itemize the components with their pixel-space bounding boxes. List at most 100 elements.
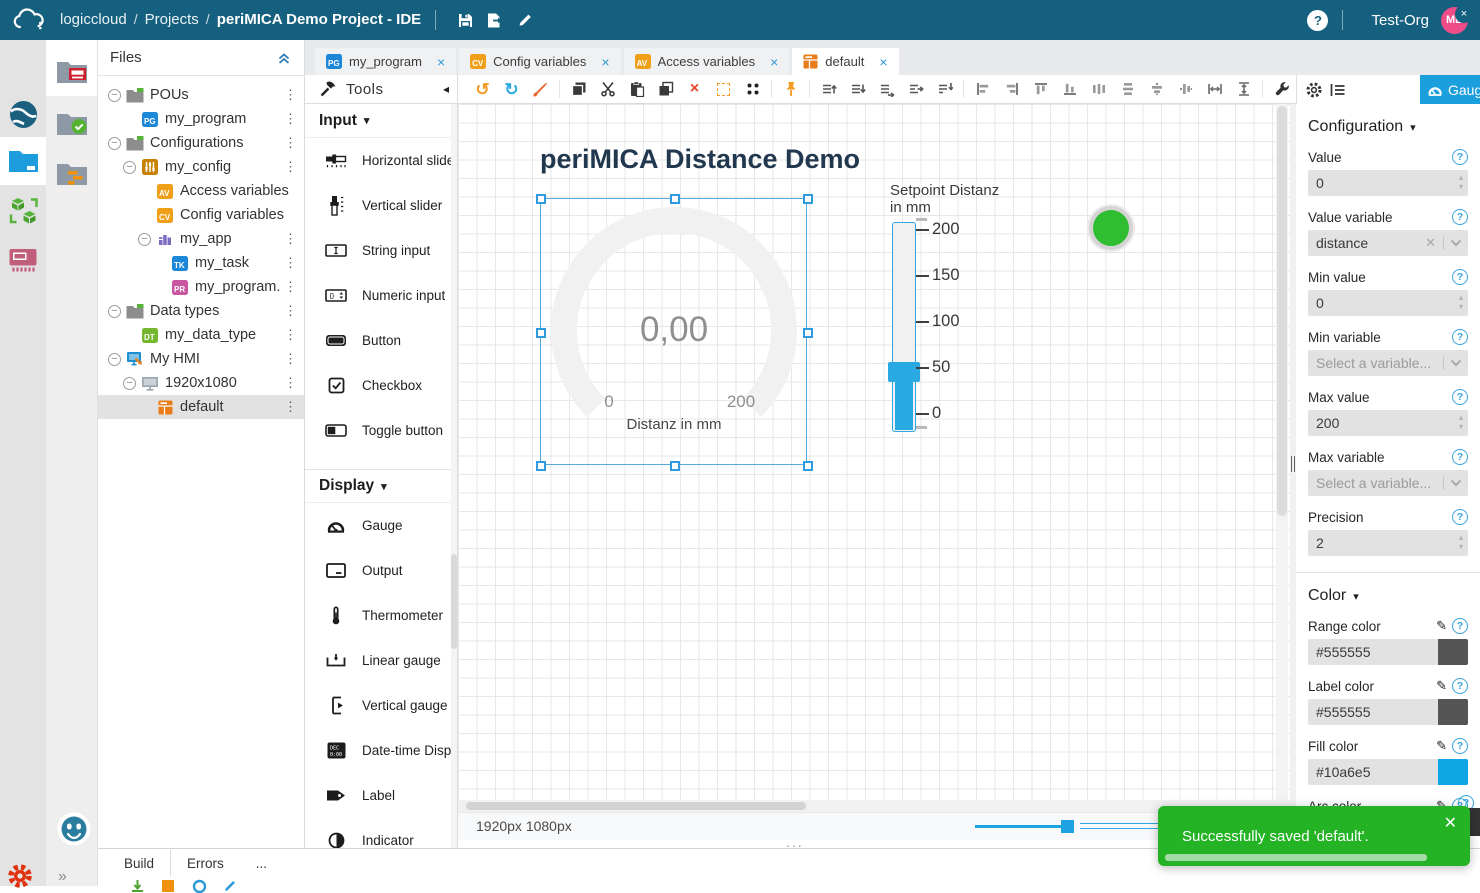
tool-output[interactable]: Output <box>305 548 457 593</box>
export-button[interactable] <box>480 6 510 34</box>
kebab-menu-icon[interactable]: ⋮ <box>284 351 297 367</box>
save-button[interactable] <box>450 6 480 34</box>
tab-default[interactable]: default × <box>792 48 898 75</box>
duplicate-button[interactable] <box>651 76 680 102</box>
org-name[interactable]: Test-Org <box>1371 12 1429 29</box>
tree-item-default[interactable]: default ⋮ <box>98 395 304 419</box>
tool-label[interactable]: Label <box>305 773 457 818</box>
vertical-slider-widget[interactable]: Setpoint Distanz in mm 200 150 100 50 0 <box>888 182 1018 442</box>
kebab-menu-icon[interactable]: ⋮ <box>284 135 297 151</box>
max-value-input[interactable]: 200 ▴▾ <box>1308 410 1468 436</box>
collapse-panel-icon[interactable] <box>276 50 292 66</box>
align-top-button[interactable] <box>1026 76 1055 102</box>
edit-color-pencil-icon[interactable]: ✎ <box>1436 618 1447 634</box>
precision-input[interactable]: 2 ▴▾ <box>1308 530 1468 556</box>
kebab-menu-icon[interactable]: ⋮ <box>284 375 297 391</box>
folder-display-icon[interactable] <box>46 46 97 94</box>
help-icon[interactable]: ? <box>1452 509 1468 525</box>
help-icon[interactable]: ? <box>1452 449 1468 465</box>
color-section-header[interactable]: Color ▾ <box>1308 587 1468 605</box>
bring-forward-button[interactable] <box>901 76 930 102</box>
tree-item-config-variables[interactable]: CV Config variables <box>98 203 304 227</box>
selection-handle[interactable] <box>536 194 546 204</box>
wrench-button[interactable] <box>1267 76 1296 102</box>
chevron-down-icon[interactable] <box>1450 359 1462 367</box>
edit-color-pencil-icon[interactable]: ✎ <box>1436 738 1447 754</box>
tree-item-my-data-type[interactable]: DT my_data_type ⋮ <box>98 323 304 347</box>
tree-item-my-hmi[interactable]: – My HMI ⋮ <box>98 347 304 371</box>
kebab-menu-icon[interactable]: ⋮ <box>284 231 297 247</box>
center-horizontal-button[interactable] <box>1142 76 1171 102</box>
edit-button[interactable] <box>510 6 540 34</box>
chevron-down-icon[interactable] <box>1450 479 1462 487</box>
bottom-tab-errors[interactable]: Errors <box>171 850 240 876</box>
selection-handle[interactable] <box>803 461 813 471</box>
bottom-tab-build[interactable]: Build <box>108 850 170 876</box>
grid-dots-button[interactable] <box>738 76 767 102</box>
min-value-input[interactable]: 0 ▴▾ <box>1308 290 1468 316</box>
help-icon[interactable]: ? <box>1452 678 1468 694</box>
globe-icon[interactable] <box>0 90 46 138</box>
align-right-button[interactable] <box>997 76 1026 102</box>
tree-item-1920x1080[interactable]: – 1920x1080 ⋮ <box>98 371 304 395</box>
tool-date-time-displa[interactable]: DEC0:00 Date-time Displa <box>305 728 457 773</box>
align-bottom-button[interactable] <box>1055 76 1084 102</box>
help-icon[interactable]: ? <box>1452 149 1468 165</box>
tool-string-input[interactable]: String input <box>305 228 457 273</box>
tree-item-my-app[interactable]: – my_app ⋮ <box>98 227 304 251</box>
tab-config-variables[interactable]: CV Config variables × <box>459 48 620 75</box>
selection-handle[interactable] <box>803 194 813 204</box>
tool-vertical-gauge[interactable]: Vertical gauge <box>305 683 457 728</box>
undo-button[interactable]: ↺ <box>468 76 497 102</box>
canvas-title-label[interactable]: periMICA Distance Demo <box>520 144 880 175</box>
feedback-smiley-icon[interactable] <box>57 812 91 846</box>
help-icon[interactable]: ? <box>1307 10 1328 31</box>
copy-button[interactable] <box>564 76 593 102</box>
collapse-toggle-icon[interactable]: – <box>108 89 121 102</box>
selection-handle[interactable] <box>536 461 546 471</box>
canvas-grid[interactable]: periMICA Distance Demo 0,00 0 200 Distan… <box>458 104 1290 800</box>
fill-color-input[interactable]: #10a6e5 <box>1308 759 1468 785</box>
kebab-menu-icon[interactable]: ⋮ <box>284 327 297 343</box>
bottom-tab-[interactable]: ... <box>240 850 283 876</box>
tab-my-program[interactable]: PG my_program × <box>315 48 456 75</box>
zoom-slider-handle[interactable] <box>1061 820 1074 833</box>
divider-grip[interactable] <box>1291 456 1295 472</box>
value-variable-select[interactable]: distance ✕ <box>1308 230 1468 256</box>
selection-handle[interactable] <box>803 328 813 338</box>
collapse-toggle-icon[interactable]: – <box>123 161 136 174</box>
paste-button[interactable] <box>622 76 651 102</box>
logiccloud-logo-icon[interactable] <box>12 8 46 32</box>
color-swatch[interactable] <box>1438 759 1468 785</box>
cut-button[interactable] <box>593 76 622 102</box>
bring-to-front-button[interactable] <box>872 76 901 102</box>
properties-list-icon[interactable] <box>1329 81 1347 99</box>
clear-selection-icon[interactable]: ✕ <box>1425 235 1436 251</box>
help-icon[interactable]: ? <box>1452 738 1468 754</box>
distribute-horizontal-button[interactable] <box>1084 76 1113 102</box>
collapse-toggle-icon[interactable]: – <box>108 137 121 150</box>
breadcrumb-projects[interactable]: Projects <box>145 11 199 28</box>
close-tab-icon[interactable]: × <box>437 54 445 70</box>
tree-item-access-variables[interactable]: AV Access variables <box>98 179 304 203</box>
breadcrumb-perimica-demo-project-ide[interactable]: periMICA Demo Project - IDE <box>217 11 421 28</box>
pin-button[interactable] <box>776 76 805 102</box>
center-vertical-button[interactable] <box>1171 76 1200 102</box>
color-swatch[interactable] <box>1438 639 1468 665</box>
label-color-input[interactable]: #555555 <box>1308 699 1468 725</box>
send-to-back-button[interactable] <box>930 76 959 102</box>
edit-color-pencil-icon[interactable]: ✎ <box>1436 678 1447 694</box>
kebab-menu-icon[interactable]: ⋮ <box>284 111 297 127</box>
tool-checkbox[interactable]: Checkbox <box>305 363 457 408</box>
collapse-toggle-icon[interactable]: – <box>138 233 151 246</box>
kebab-menu-icon[interactable]: ⋮ <box>284 303 297 319</box>
help-icon[interactable]: ? <box>1452 329 1468 345</box>
tool-button[interactable]: Button <box>305 318 457 363</box>
close-tab-icon[interactable]: × <box>770 54 778 70</box>
tool-vertical-slider[interactable]: Vertical slider <box>305 183 457 228</box>
stepper-arrows-icon[interactable]: ▴▾ <box>1459 533 1463 551</box>
help-icon[interactable]: ? <box>1452 209 1468 225</box>
selection-handle[interactable] <box>536 328 546 338</box>
delete-button[interactable]: × <box>680 76 709 102</box>
inspector-tab-gauge[interactable]: Gauge <box>1420 75 1480 104</box>
